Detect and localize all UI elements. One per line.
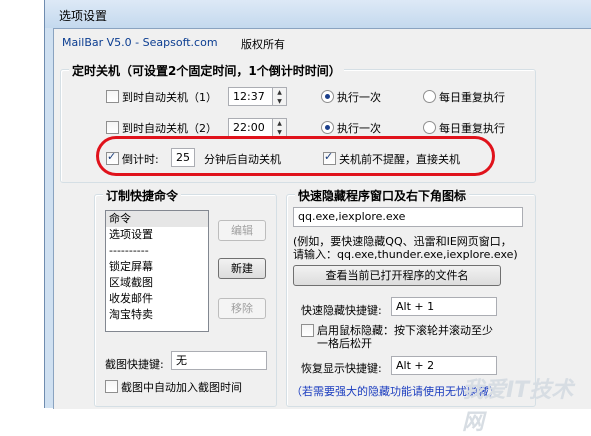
add-time-label: 截图中自动加入截图时间	[121, 381, 242, 394]
shutdown-2-label: 到时自动关机（2）	[122, 122, 217, 135]
list-item[interactable]: ----------	[106, 243, 208, 259]
list-item[interactable]: 收发邮件	[106, 291, 208, 307]
shutdown-1-spinner[interactable]: ▲ ▼	[273, 87, 287, 106]
view-open-programs-button[interactable]: 查看当前已打开程序的文件名	[293, 265, 501, 286]
spin-up-icon: ▲	[277, 120, 282, 127]
shutdown-1-checkbox[interactable]	[106, 90, 119, 103]
shutdown-2-once-radio[interactable]	[321, 121, 334, 134]
hide-legend: 快速隐藏程序窗口及右下角图标	[295, 187, 470, 204]
shortcut-group: 订制快捷命令 命令 选项设置 ---------- 锁定屏幕 区域截图 收发邮件…	[94, 187, 277, 407]
screenshot-hotkey-input[interactable]: 无	[171, 351, 267, 370]
title-bar: 选项设置	[45, 0, 591, 28]
list-item[interactable]: 选项设置	[106, 227, 208, 243]
add-time-checkbox[interactable]	[105, 380, 118, 393]
list-item[interactable]: 淘宝特卖	[106, 307, 208, 323]
shutdown-2-checkbox[interactable]	[106, 121, 119, 134]
mouse-hide-checkbox[interactable]	[301, 324, 314, 337]
shutdown-legend: 定时关机（可设置2个固定时间，1个倒计时时间）	[69, 62, 344, 79]
shutdown-1-once-label: 执行一次	[337, 91, 381, 104]
process-list-input[interactable]: qq.exe,iexplore.exe	[293, 207, 523, 227]
restore-hotkey-label: 恢复显示快捷键:	[301, 362, 382, 375]
shutdown-1-label: 到时自动关机（1）	[122, 91, 217, 104]
list-item[interactable]: 命令	[106, 211, 208, 227]
screenshot-hotkey-label: 截图快捷键:	[105, 358, 164, 371]
shortcut-legend: 订制快捷命令	[103, 187, 182, 204]
highlight-ring	[96, 136, 495, 176]
spin-down-icon: ▼	[277, 98, 282, 105]
copyright-label: 版权所有	[241, 38, 285, 51]
dialog-body: MailBar V5.0 - Seapsoft.com 版权所有 定时关机（可设…	[53, 28, 591, 409]
shutdown-2-time-input[interactable]: 22:00	[228, 118, 273, 137]
list-item[interactable]: 锁定屏幕	[106, 259, 208, 275]
shutdown-1-time-input[interactable]: 12:37	[228, 87, 273, 106]
command-list[interactable]: 命令 选项设置 ---------- 锁定屏幕 区域截图 收发邮件 淘宝特卖	[105, 210, 209, 332]
mouse-hide-line-2: 一格后松开	[317, 337, 372, 350]
shutdown-2-once-label: 执行一次	[337, 122, 381, 135]
shutdown-1-once-radio[interactable]	[321, 90, 334, 103]
new-button[interactable]: 新建	[218, 258, 266, 279]
remove-button[interactable]: 移除	[218, 298, 266, 319]
list-item[interactable]: 区域截图	[106, 275, 208, 291]
window-title: 选项设置	[59, 9, 108, 23]
hide-hotkey-input[interactable]: Alt + 1	[391, 297, 497, 316]
shutdown-1-daily-label: 每日重复执行	[439, 91, 505, 104]
app-link[interactable]: MailBar V5.0 - Seapsoft.com	[62, 36, 218, 49]
options-window: 选项设置 MailBar V5.0 - Seapsoft.com 版权所有 定时…	[44, 0, 591, 409]
example-line-2: 请输入：qq.exe,thunder.exe,iexplore.exe)	[293, 248, 518, 261]
spin-up-icon: ▲	[277, 89, 282, 96]
shutdown-2-daily-radio[interactable]	[423, 121, 436, 134]
shutdown-2-spinner[interactable]: ▲ ▼	[273, 118, 287, 137]
shutdown-1-daily-radio[interactable]	[423, 90, 436, 103]
edit-button[interactable]: 编辑	[218, 220, 266, 241]
hide-hotkey-label: 快速隐藏快捷键:	[301, 304, 382, 317]
shutdown-2-daily-label: 每日重复执行	[439, 122, 505, 135]
watermark-text: 我爱IT技术网	[462, 378, 574, 435]
